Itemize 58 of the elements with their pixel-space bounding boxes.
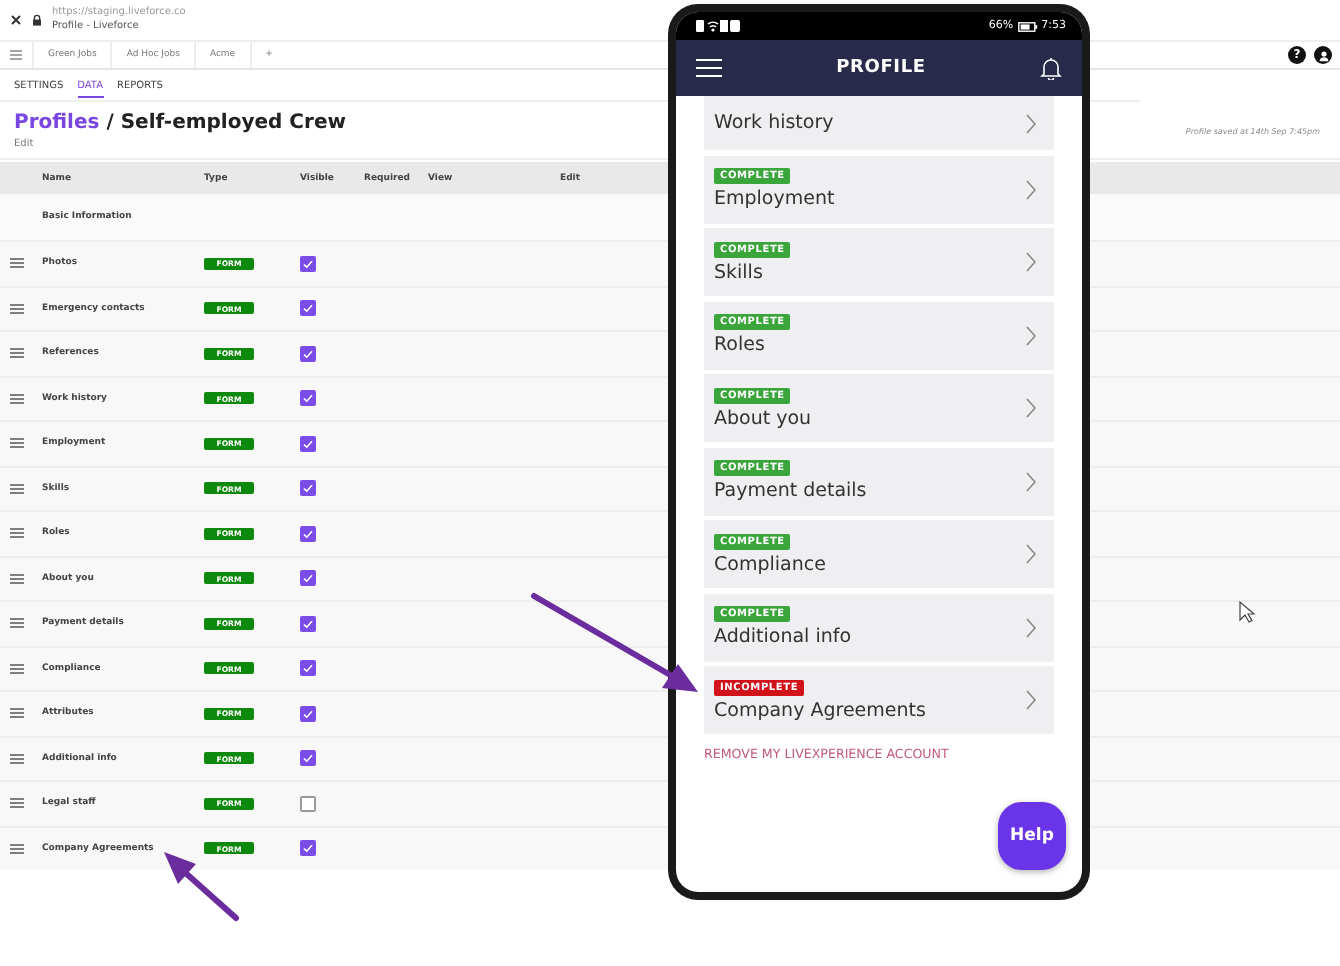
visible-checkbox[interactable] [300, 480, 316, 497]
profile-section-item[interactable]: Work history [704, 96, 1054, 150]
chevron-right-icon [1026, 544, 1036, 564]
drag-handle-icon[interactable] [10, 618, 24, 629]
visible-checkbox[interactable] [300, 615, 316, 632]
drag-handle-icon[interactable] [10, 348, 24, 359]
chevron-right-icon [1026, 325, 1036, 345]
item-label: Additional info [714, 626, 852, 648]
chevron-right-icon [1026, 690, 1036, 710]
drag-handle-icon[interactable] [10, 708, 24, 719]
chevron-right-icon [1026, 398, 1036, 418]
visible-checkbox[interactable] [300, 435, 316, 452]
visible-checkbox[interactable] [300, 300, 316, 317]
arrow [164, 852, 239, 921]
visible-checkbox[interactable] [300, 345, 316, 362]
drag-handle-icon[interactable] [10, 663, 24, 674]
drag-handle-icon[interactable] [10, 438, 24, 449]
drag-handle-icon[interactable] [10, 483, 24, 494]
close-icon[interactable] [10, 14, 22, 26]
visible-checkbox[interactable] [300, 705, 316, 722]
item-label: Compliance [714, 553, 826, 575]
chevron-right-icon [1026, 617, 1036, 637]
visible-checkbox[interactable] [300, 525, 316, 542]
item-label: Company Agreements [714, 699, 926, 721]
status-icons [696, 20, 740, 32]
chevron-right-icon [1026, 113, 1036, 133]
drag-handle-icon[interactable] [10, 528, 24, 539]
drag-handle-icon[interactable] [10, 573, 24, 584]
screen-title: PROFILE [836, 58, 926, 78]
visible-checkbox[interactable] [300, 750, 316, 767]
page-heading: / Self-employed Crew [104, 112, 346, 134]
drag-handle-icon[interactable] [10, 843, 24, 854]
item-label: Work history [714, 112, 834, 134]
item-label: Payment details [714, 480, 867, 502]
visible-checkbox[interactable] [300, 660, 316, 677]
lock-icon [32, 14, 42, 26]
item-label: Skills [714, 261, 763, 283]
drag-handle-icon[interactable] [10, 798, 24, 809]
drag-handle-icon[interactable] [10, 258, 24, 269]
drag-handle-icon[interactable] [10, 393, 24, 404]
visible-checkbox[interactable] [300, 255, 316, 272]
breadcrumb-link[interactable]: Profiles [14, 112, 100, 134]
drag-handle-icon[interactable] [10, 753, 24, 764]
visible-checkbox[interactable] [300, 840, 316, 857]
item-label: About you [714, 407, 812, 429]
item-label: Employment [714, 188, 835, 210]
help-button[interactable]: Help [998, 802, 1066, 870]
chevron-right-icon [1026, 179, 1036, 199]
bell-icon[interactable] [1039, 56, 1062, 80]
chevron-right-icon [1026, 471, 1036, 491]
chevron-right-icon [1026, 252, 1036, 272]
user-icon[interactable] [1314, 46, 1332, 64]
item-label: Roles [714, 334, 765, 356]
visible-checkbox[interactable] [300, 795, 316, 812]
drag-handle-icon[interactable] [10, 303, 24, 314]
visible-checkbox[interactable] [300, 570, 316, 587]
visible-checkbox[interactable] [300, 390, 316, 407]
battery-icon [1017, 21, 1038, 31]
